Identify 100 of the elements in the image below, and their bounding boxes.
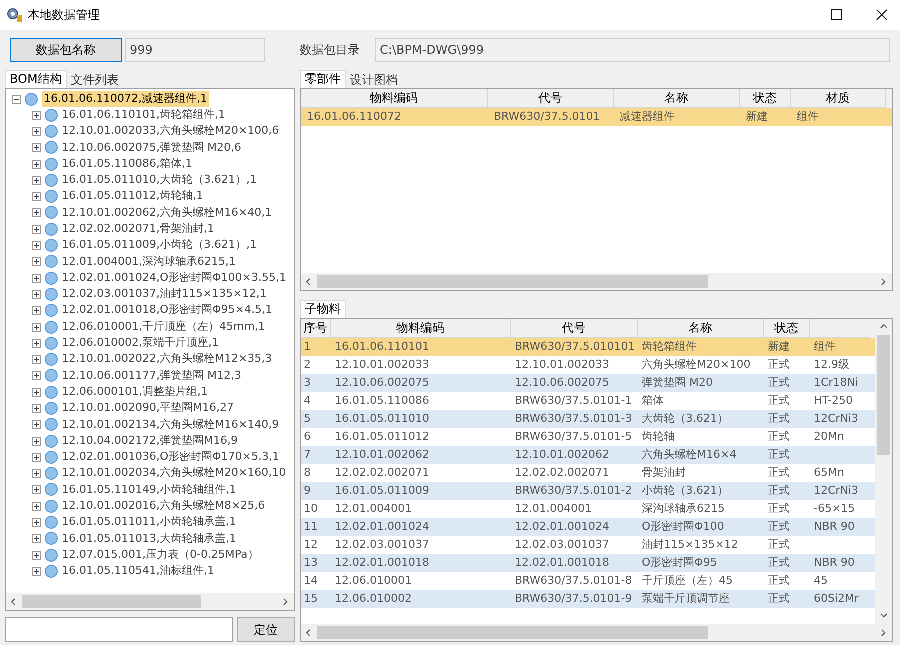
maximize-icon[interactable] — [831, 9, 843, 21]
expand-icon[interactable] — [32, 420, 41, 430]
tree-item[interactable]: 12.06.010001,千斤顶座（左）45mm,1 — [62, 318, 266, 336]
expand-icon[interactable] — [32, 388, 41, 397]
expand-icon[interactable] — [32, 274, 41, 283]
expand-icon[interactable] — [32, 485, 41, 494]
tree-item[interactable]: 12.10.01.002090,平垫圈M16,27 — [62, 400, 234, 417]
expand-icon[interactable] — [32, 355, 41, 364]
tree-item[interactable]: 12.02.02.002071,骨架油封,1 — [62, 220, 214, 238]
expand-icon[interactable] — [32, 338, 41, 348]
scroll-left-icon[interactable] — [10, 598, 18, 606]
expand-icon[interactable] — [32, 436, 41, 446]
expand-icon[interactable] — [32, 192, 41, 202]
scroll-right-icon[interactable] — [880, 278, 888, 286]
scroll-right-icon[interactable] — [880, 628, 888, 636]
expand-icon[interactable] — [32, 257, 41, 266]
tree-item[interactable]: 12.06.010002,泵端千斤顶座,1 — [62, 335, 219, 352]
tree-item[interactable]: 16.01.05.011012,齿轮轴,1 — [62, 188, 204, 205]
expand-icon[interactable] — [32, 550, 41, 560]
expand-icon[interactable] — [32, 160, 41, 169]
expand-icon[interactable] — [32, 452, 41, 462]
package-name-field[interactable]: 999 — [125, 38, 265, 62]
horizontal-scrollbar[interactable] — [301, 624, 892, 641]
tree-item[interactable]: 12.02.01.001018,O形密封圈Φ95×4.5,1 — [62, 302, 272, 319]
table-row[interactable]: 1 16.01.06.110101 BRW630/37.5.010101 齿轮箱组件 新建 组件 — [301, 338, 875, 356]
tree-item[interactable]: 12.01.004001,深沟球轴承6215,1 — [62, 254, 236, 270]
tree-item[interactable]: 12.10.06.002075,弹簧垫圈 M20,6 — [62, 140, 242, 156]
scroll-thumb[interactable] — [877, 335, 890, 455]
tree-item[interactable]: 16.01.05.110541,油标组件,1 — [62, 563, 214, 580]
tree-item[interactable]: 16.01.05.011011,小齿轮轴承盖,1 — [62, 514, 236, 531]
table-row[interactable]: 15 12.06.010002 BRW630/37.5.0101-9 泵端千斤顶调节座 正式 60Si2Mr — [301, 590, 875, 608]
expand-icon[interactable] — [32, 110, 41, 120]
expand-icon[interactable] — [32, 518, 41, 528]
tree-item[interactable]: 12.10.01.002022,六角头螺栓M12×35,3 — [62, 351, 272, 368]
table-row[interactable]: 9 16.01.05.011009 BRW630/37.5.0101-2 小齿轮（3.621） 正式 12CrNi3 — [301, 482, 875, 500]
expand-icon[interactable] — [32, 290, 41, 299]
tab[interactable]: BOM结构 — [5, 70, 67, 88]
tree-item[interactable]: 12.02.01.001036,O形密封圈Φ170×5.3,1 — [62, 449, 280, 466]
scroll-left-icon[interactable] — [305, 278, 313, 286]
tree-item[interactable]: 12.02.01.001024,O形密封圈Φ100×3.55,1 — [62, 270, 286, 286]
close-icon[interactable] — [876, 9, 888, 21]
expand-icon[interactable] — [32, 534, 41, 544]
tree-item[interactable]: 16.01.06.110072,减速器组件,1 — [42, 90, 210, 108]
tree-item[interactable]: 12.10.01.002034,六角头螺栓M20×160,10 — [62, 465, 286, 482]
expand-icon[interactable] — [32, 241, 41, 250]
package-name-button[interactable]: 数据包名称 — [10, 38, 122, 62]
expand-icon[interactable] — [32, 322, 41, 332]
locate-input[interactable] — [5, 617, 233, 642]
tree-item[interactable]: 12.10.04.002172,弹簧垫圈M16,9 — [62, 432, 238, 450]
tree-item[interactable]: 16.01.05.110149,小齿轮轴组件,1 — [62, 482, 236, 498]
tree-item[interactable]: 16.01.06.110101,齿轮箱组件,1 — [62, 106, 226, 124]
tree-item[interactable]: 12.07.015.001,压力表（0-0.25MPa） — [62, 546, 259, 564]
expand-icon[interactable] — [32, 143, 41, 152]
package-dir-field[interactable]: C:\BPM-DWG\999 — [375, 38, 890, 62]
tree-item[interactable]: 12.10.01.002062,六角头螺栓M16×40,1 — [62, 204, 272, 222]
scroll-left-icon[interactable] — [305, 628, 313, 636]
tab[interactable]: 零部件 — [300, 70, 346, 88]
expand-icon[interactable] — [32, 404, 41, 413]
expand-icon[interactable] — [32, 208, 41, 218]
tab[interactable]: 文件列表 — [66, 72, 123, 88]
collapse-icon[interactable] — [12, 94, 21, 104]
tree-item[interactable]: 16.01.05.011009,小齿轮（3.621）,1 — [62, 237, 257, 254]
expand-icon[interactable] — [32, 371, 41, 380]
tree-item[interactable]: 12.10.01.002033,六角头螺栓M20×100,6 — [62, 123, 280, 140]
table-row[interactable]: 16.01.06.110072 BRW630/37.5.0101 减速器组件 新建 组件 — [301, 108, 892, 126]
table-row[interactable]: 7 12.10.01.002062 12.10.01.002062 六角头螺栓M16×4 正式 — [301, 446, 875, 464]
expand-icon[interactable] — [32, 566, 41, 576]
expand-icon[interactable] — [32, 176, 41, 185]
scroll-up-icon[interactable] — [880, 323, 888, 331]
tree-item[interactable]: 12.10.06.001177,弹簧垫圈 M12,3 — [62, 368, 242, 384]
tree-item[interactable]: 16.01.05.011013,大齿轮轴承盖,1 — [62, 530, 236, 548]
scroll-down-icon[interactable] — [880, 612, 888, 620]
vertical-scrollbar[interactable] — [875, 319, 892, 624]
node-icon — [45, 336, 58, 350]
table-cell-text: 正式 — [767, 591, 791, 607]
scroll-thumb[interactable] — [317, 275, 708, 288]
locate-button[interactable]: 定位 — [237, 617, 295, 642]
table-row[interactable]: 3 12.10.06.002075 12.10.06.002075 弹簧垫圈 M20 正式 1Cr18Ni — [301, 374, 875, 392]
tree-item[interactable]: 16.01.05.011010,大齿轮（3.621）,1 — [62, 172, 257, 189]
table-row[interactable]: 13 12.02.01.001018 12.02.01.001018 O形密封圈Φ95 正式 NBR 90 — [301, 554, 875, 572]
tab[interactable]: 子物料 — [300, 300, 346, 318]
table-cell-text: 正式 — [767, 537, 791, 553]
expand-icon[interactable] — [32, 306, 41, 316]
scroll-thumb[interactable] — [317, 626, 708, 639]
tree-item[interactable]: 12.06.000101,调整垫片组,1 — [62, 384, 208, 400]
expand-icon[interactable] — [32, 469, 41, 478]
horizontal-scrollbar[interactable] — [301, 273, 892, 290]
horizontal-scrollbar[interactable] — [6, 593, 294, 610]
tree-item[interactable]: 12.10.01.002134,六角头螺栓M16×140,9 — [62, 416, 280, 434]
table-row[interactable]: 5 16.01.05.011010 BRW630/37.5.0101-3 大齿轮（3.621） 正式 12CrNi3 — [301, 410, 875, 428]
scroll-thumb[interactable] — [22, 595, 202, 608]
tab[interactable]: 设计图档 — [346, 72, 402, 88]
tree-item[interactable]: 12.02.03.001037,油封115×135×12,1 — [62, 286, 267, 303]
expand-icon[interactable] — [32, 224, 41, 234]
expand-icon[interactable] — [32, 126, 41, 136]
scroll-right-icon[interactable] — [282, 598, 290, 606]
tree-item[interactable]: 12.10.01.002016,六角头螺栓M8×25,6 — [62, 498, 266, 515]
table-row[interactable]: 11 12.02.01.001024 12.02.01.001024 O形密封圈Φ100 正式 NBR 90 — [301, 518, 875, 536]
expand-icon[interactable] — [32, 502, 41, 511]
tree-item[interactable]: 16.01.05.110086,箱体,1 — [62, 156, 192, 172]
